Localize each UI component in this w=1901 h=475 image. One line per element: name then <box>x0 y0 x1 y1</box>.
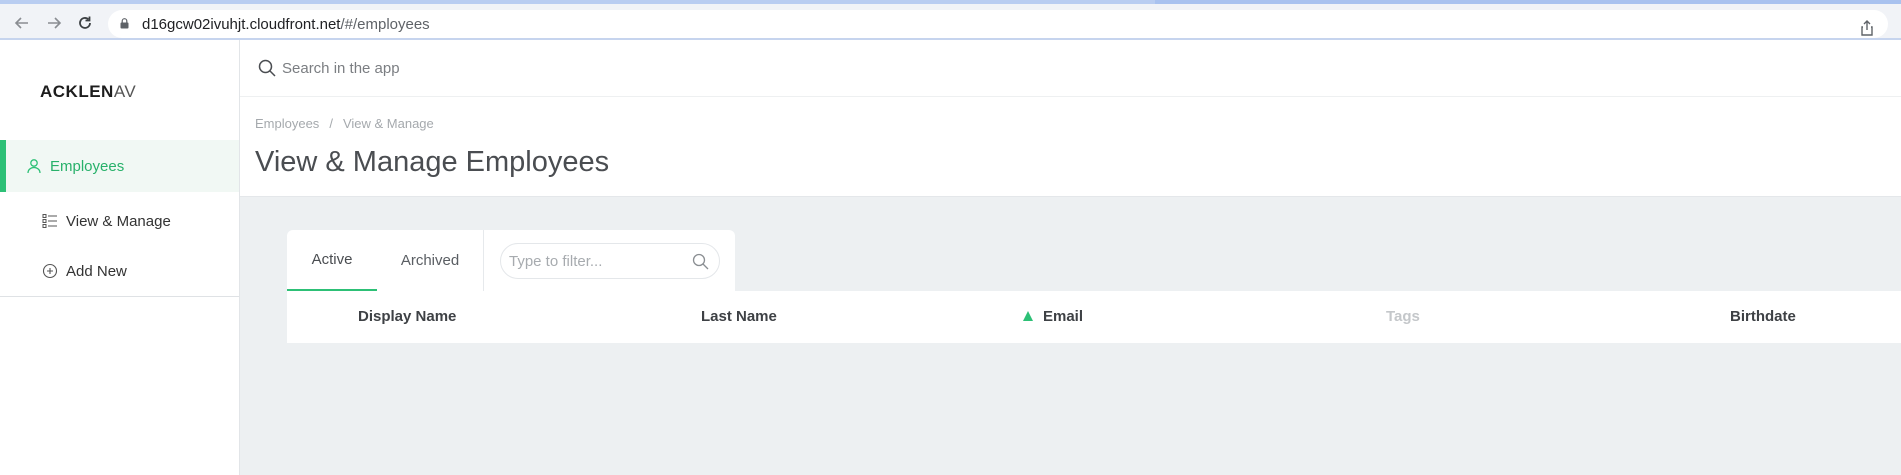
tab-label: Archived <box>400 252 460 269</box>
lock-icon <box>120 18 129 29</box>
browser-toolbar: d16gcw02ivuhjt.cloudfront.net/#/employee… <box>0 0 1901 38</box>
search-icon[interactable] <box>692 253 709 270</box>
column-last-name[interactable]: Last Name <box>701 308 777 325</box>
sidebar-item-label: Add New <box>66 262 127 280</box>
breadcrumb-separator: / <box>329 116 333 131</box>
tab-archived[interactable]: Archived <box>377 230 483 291</box>
url-path: /#/employees <box>340 16 430 33</box>
sidebar: ACKLENAV Employees View & Manage Add New <box>0 40 240 475</box>
sidebar-item-label: Employees <box>50 157 125 175</box>
page-title: View & Manage Employees <box>255 146 610 178</box>
sidebar-divider <box>0 296 239 297</box>
address-bar[interactable]: d16gcw02ivuhjt.cloudfront.net/#/employee… <box>108 10 1888 38</box>
tab-label: Active <box>311 251 353 268</box>
url-host: d16gcw02ivuhjt.cloudfront.net <box>142 16 341 33</box>
table-header: Display Name Last Name Email Tags Birthd… <box>287 291 1901 343</box>
app-topbar <box>240 40 1901 97</box>
sort-ascending-icon <box>1023 311 1033 321</box>
column-display-name[interactable]: Display Name <box>358 308 456 325</box>
app-logo[interactable]: ACKLENAV <box>40 82 136 102</box>
column-email[interactable]: Email <box>1043 308 1083 325</box>
list-icon <box>42 213 58 229</box>
search-icon <box>258 59 276 77</box>
sidebar-item-view-manage[interactable]: View & Manage <box>0 195 239 247</box>
tab-divider <box>483 230 484 291</box>
main-content: Active Archived Display Name Last Name E… <box>240 197 1901 475</box>
search-input[interactable] <box>282 56 682 80</box>
tabs-card: Active Archived <box>287 230 735 291</box>
tab-active[interactable]: Active <box>287 230 377 291</box>
share-icon[interactable] <box>1858 19 1876 37</box>
column-tags: Tags <box>1386 308 1420 325</box>
breadcrumb-view-manage: View & Manage <box>342 116 434 131</box>
page-header: Employees / View & Manage View & Manage … <box>240 97 1901 197</box>
breadcrumb: Employees / View & Manage <box>255 116 434 131</box>
filter-input[interactable] <box>509 251 679 271</box>
forward-arrow-icon[interactable] <box>43 12 65 34</box>
sidebar-item-employees[interactable]: Employees <box>0 140 239 192</box>
back-arrow-icon[interactable] <box>11 12 33 34</box>
column-birthdate[interactable]: Birthdate <box>1730 308 1796 325</box>
sidebar-item-label: View & Manage <box>66 212 171 230</box>
url-text: d16gcw02ivuhjt.cloudfront.net/#/employee… <box>142 16 430 33</box>
breadcrumb-employees[interactable]: Employees <box>255 116 319 131</box>
filter-box <box>500 243 720 279</box>
logo-bold-text: ACKLEN <box>40 82 114 101</box>
sidebar-item-add-new[interactable]: Add New <box>0 245 239 297</box>
logo-light-text: AV <box>113 82 137 101</box>
user-icon <box>26 158 42 174</box>
loading-bar <box>0 0 1155 4</box>
plus-circle-icon <box>42 263 58 279</box>
reload-icon[interactable] <box>74 12 96 34</box>
